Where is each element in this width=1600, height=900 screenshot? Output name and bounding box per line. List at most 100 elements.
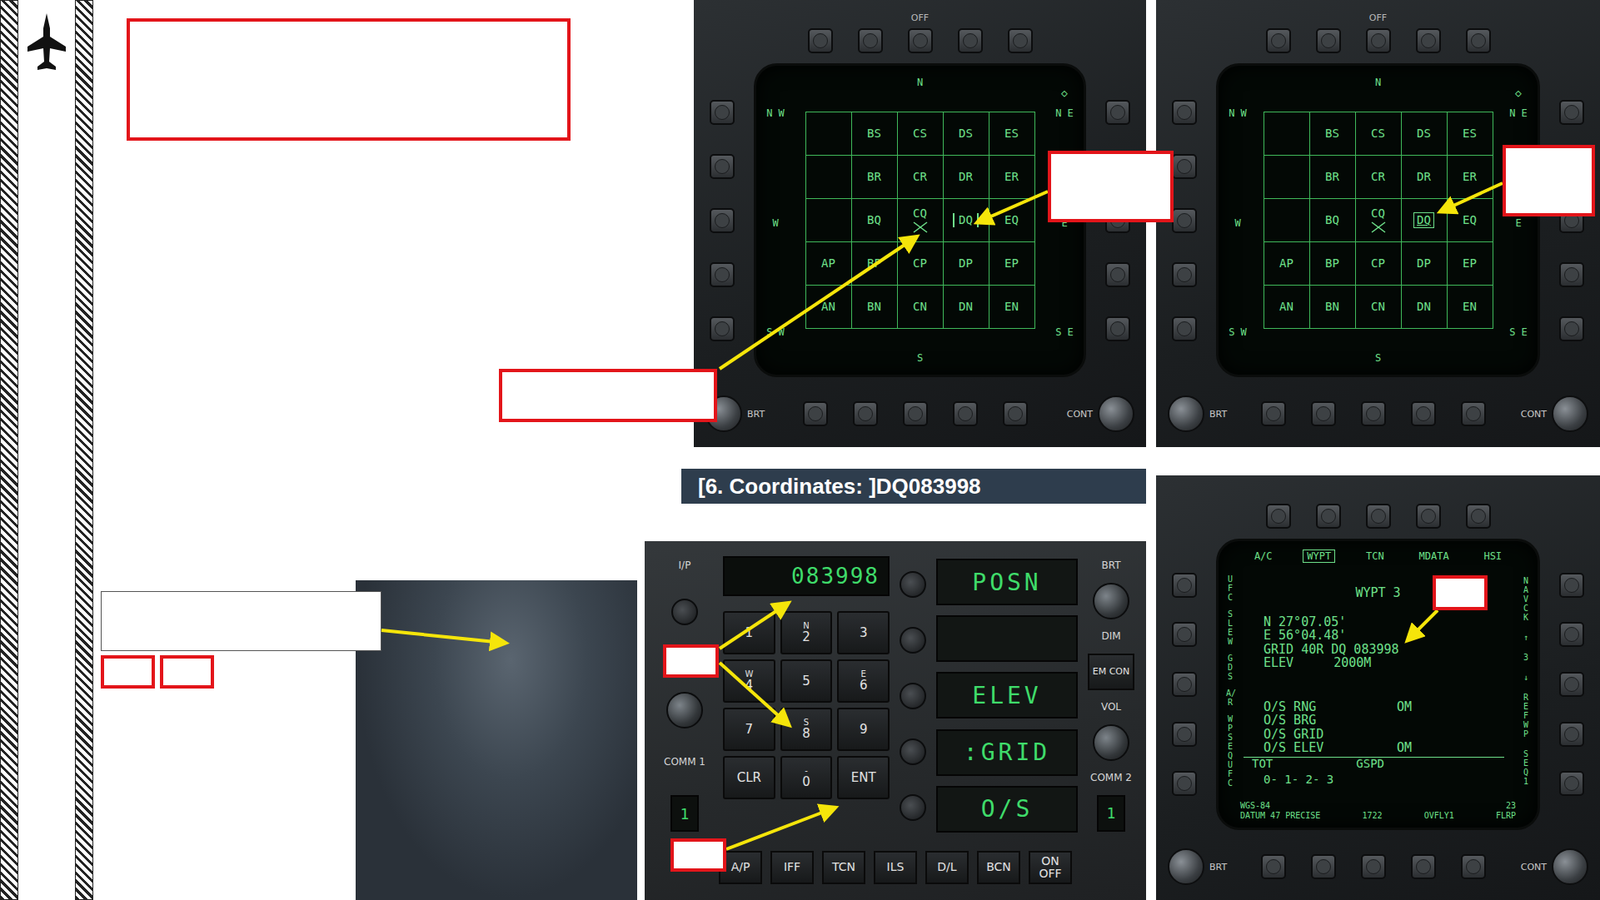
- grid-cell[interactable]: DS: [943, 112, 990, 156]
- bezel-button[interactable]: [1559, 316, 1585, 342]
- grid-cell[interactable]: EQ: [1447, 199, 1494, 243]
- bezel-button[interactable]: [1410, 401, 1436, 427]
- option-label[interactable]: NAV CK: [1521, 576, 1531, 623]
- bezel-button[interactable]: [1410, 854, 1436, 880]
- bezel-button[interactable]: [1171, 99, 1197, 125]
- keypad-key[interactable]: 9: [837, 707, 890, 752]
- contrast-knob[interactable]: CONT: [1520, 848, 1589, 886]
- bezel-button[interactable]: [1105, 316, 1131, 342]
- keypad-key[interactable]: 1: [722, 611, 776, 655]
- grid-cell[interactable]: EQ: [989, 199, 1036, 243]
- knob-icon[interactable]: [1551, 848, 1589, 886]
- bezel-button[interactable]: [709, 262, 735, 288]
- bezel-button[interactable]: [1559, 262, 1585, 288]
- comm1-volume-knob[interactable]: [666, 692, 703, 729]
- grid-cell[interactable]: EP: [1447, 242, 1494, 286]
- keypad-key[interactable]: W4: [722, 659, 776, 703]
- keypad-key[interactable]: 7: [722, 707, 776, 752]
- bezel-button[interactable]: [1559, 99, 1585, 125]
- bezel-button[interactable]: [709, 208, 735, 234]
- grid-cell[interactable]: CN: [1355, 285, 1402, 329]
- function-key[interactable]: ILS: [873, 851, 918, 885]
- bezel-button[interactable]: [709, 154, 735, 180]
- grid-cell[interactable]: [1264, 199, 1311, 243]
- grid-cell[interactable]: BR: [852, 155, 898, 200]
- grid-cell[interactable]: ER: [989, 155, 1036, 200]
- grid-cell[interactable]: DS: [1401, 112, 1448, 156]
- bezel-button[interactable]: [1261, 854, 1286, 880]
- option-select-button[interactable]: [899, 794, 927, 822]
- bezel-button[interactable]: [1559, 672, 1585, 698]
- bezel-button[interactable]: [1465, 28, 1491, 54]
- bezel-button[interactable]: [1365, 28, 1391, 54]
- grid-cell[interactable]: DP: [943, 242, 990, 286]
- bezel-button[interactable]: [1266, 28, 1291, 54]
- grid-cell[interactable]: DR: [1401, 155, 1448, 200]
- function-key[interactable]: IFF: [770, 851, 814, 885]
- option-label[interactable]: SLEW: [1226, 609, 1235, 647]
- grid-cell[interactable]: DP: [1401, 242, 1448, 286]
- grid-cell[interactable]: DN: [943, 285, 990, 329]
- bezel-button[interactable]: [1559, 771, 1585, 797]
- grid-cell[interactable]: AP: [806, 242, 853, 286]
- function-key[interactable]: TCN: [822, 851, 866, 885]
- bezel-button[interactable]: [1007, 28, 1033, 54]
- bezel-button[interactable]: [1171, 262, 1197, 288]
- bezel-button[interactable]: [857, 28, 883, 54]
- keypad-key[interactable]: ENT: [837, 756, 890, 800]
- bezel-button[interactable]: [1105, 262, 1131, 288]
- bezel-button[interactable]: [1171, 771, 1197, 797]
- grid-cell[interactable]: [1264, 155, 1311, 200]
- bezel-button[interactable]: [1171, 573, 1197, 599]
- keypad-key[interactable]: N2: [780, 611, 833, 655]
- function-key[interactable]: BCN: [976, 851, 1021, 885]
- bezel-button[interactable]: [1310, 401, 1336, 427]
- grid-cell[interactable]: AP: [1264, 242, 1311, 286]
- bezel-button[interactable]: [1460, 401, 1486, 427]
- option-label[interactable]: WP SEQUFC: [1226, 714, 1235, 788]
- knob-icon[interactable]: [1167, 395, 1205, 433]
- option-label[interactable]: SEQ1: [1521, 749, 1531, 787]
- bezel-button[interactable]: [1465, 503, 1491, 529]
- keypad-key[interactable]: CLR: [722, 756, 776, 800]
- keypad-key[interactable]: 3: [837, 611, 890, 655]
- comm2-volume-knob[interactable]: [1092, 724, 1130, 762]
- bezel-button[interactable]: [1171, 154, 1197, 180]
- keypad-key[interactable]: 5: [780, 659, 833, 703]
- page-tab[interactable]: WYPT: [1302, 549, 1336, 564]
- knob-icon[interactable]: [1097, 395, 1135, 433]
- grid-cell[interactable]: CS: [897, 112, 944, 156]
- grid-cell[interactable]: ES: [989, 112, 1036, 156]
- function-key[interactable]: D/L: [925, 851, 969, 885]
- function-key[interactable]: ON OFF: [1028, 851, 1072, 885]
- grid-cell[interactable]: [806, 112, 853, 156]
- ip-button[interactable]: [671, 598, 698, 626]
- page-tab[interactable]: A/C: [1250, 549, 1277, 564]
- brightness-knob[interactable]: [1092, 583, 1130, 620]
- grid-cell[interactable]: EP: [989, 242, 1036, 286]
- emcon-button[interactable]: EM CON: [1087, 653, 1135, 691]
- grid-cell[interactable]: BQ: [852, 199, 898, 243]
- bezel-button[interactable]: [1171, 672, 1197, 698]
- option-select-button[interactable]: [899, 738, 927, 766]
- grid-cell[interactable]: DR: [943, 155, 990, 200]
- grid-cell[interactable]: AN: [806, 285, 853, 329]
- grid-cell[interactable]: EN: [989, 285, 1036, 329]
- grid-cell[interactable]: ES: [1447, 112, 1494, 156]
- grid-cell[interactable]: AN: [1264, 285, 1311, 329]
- keypad-key[interactable]: -0: [780, 756, 833, 800]
- grid-cell[interactable]: CQ: [897, 199, 944, 243]
- bezel-button[interactable]: [1171, 316, 1197, 342]
- bezel-button[interactable]: [1261, 401, 1286, 427]
- bezel-button[interactable]: [1266, 503, 1291, 529]
- bezel-button[interactable]: [1105, 99, 1131, 125]
- bezel-button[interactable]: [907, 28, 933, 54]
- grid-cell[interactable]: CR: [1355, 155, 1402, 200]
- grid-cell[interactable]: BN: [1310, 285, 1356, 329]
- bezel-button[interactable]: [957, 28, 983, 54]
- grid-cell[interactable]: BP: [852, 242, 898, 286]
- bezel-button[interactable]: [1360, 401, 1386, 427]
- bezel-button[interactable]: [1360, 854, 1386, 880]
- bezel-button[interactable]: [802, 401, 828, 427]
- bezel-button[interactable]: [1315, 28, 1341, 54]
